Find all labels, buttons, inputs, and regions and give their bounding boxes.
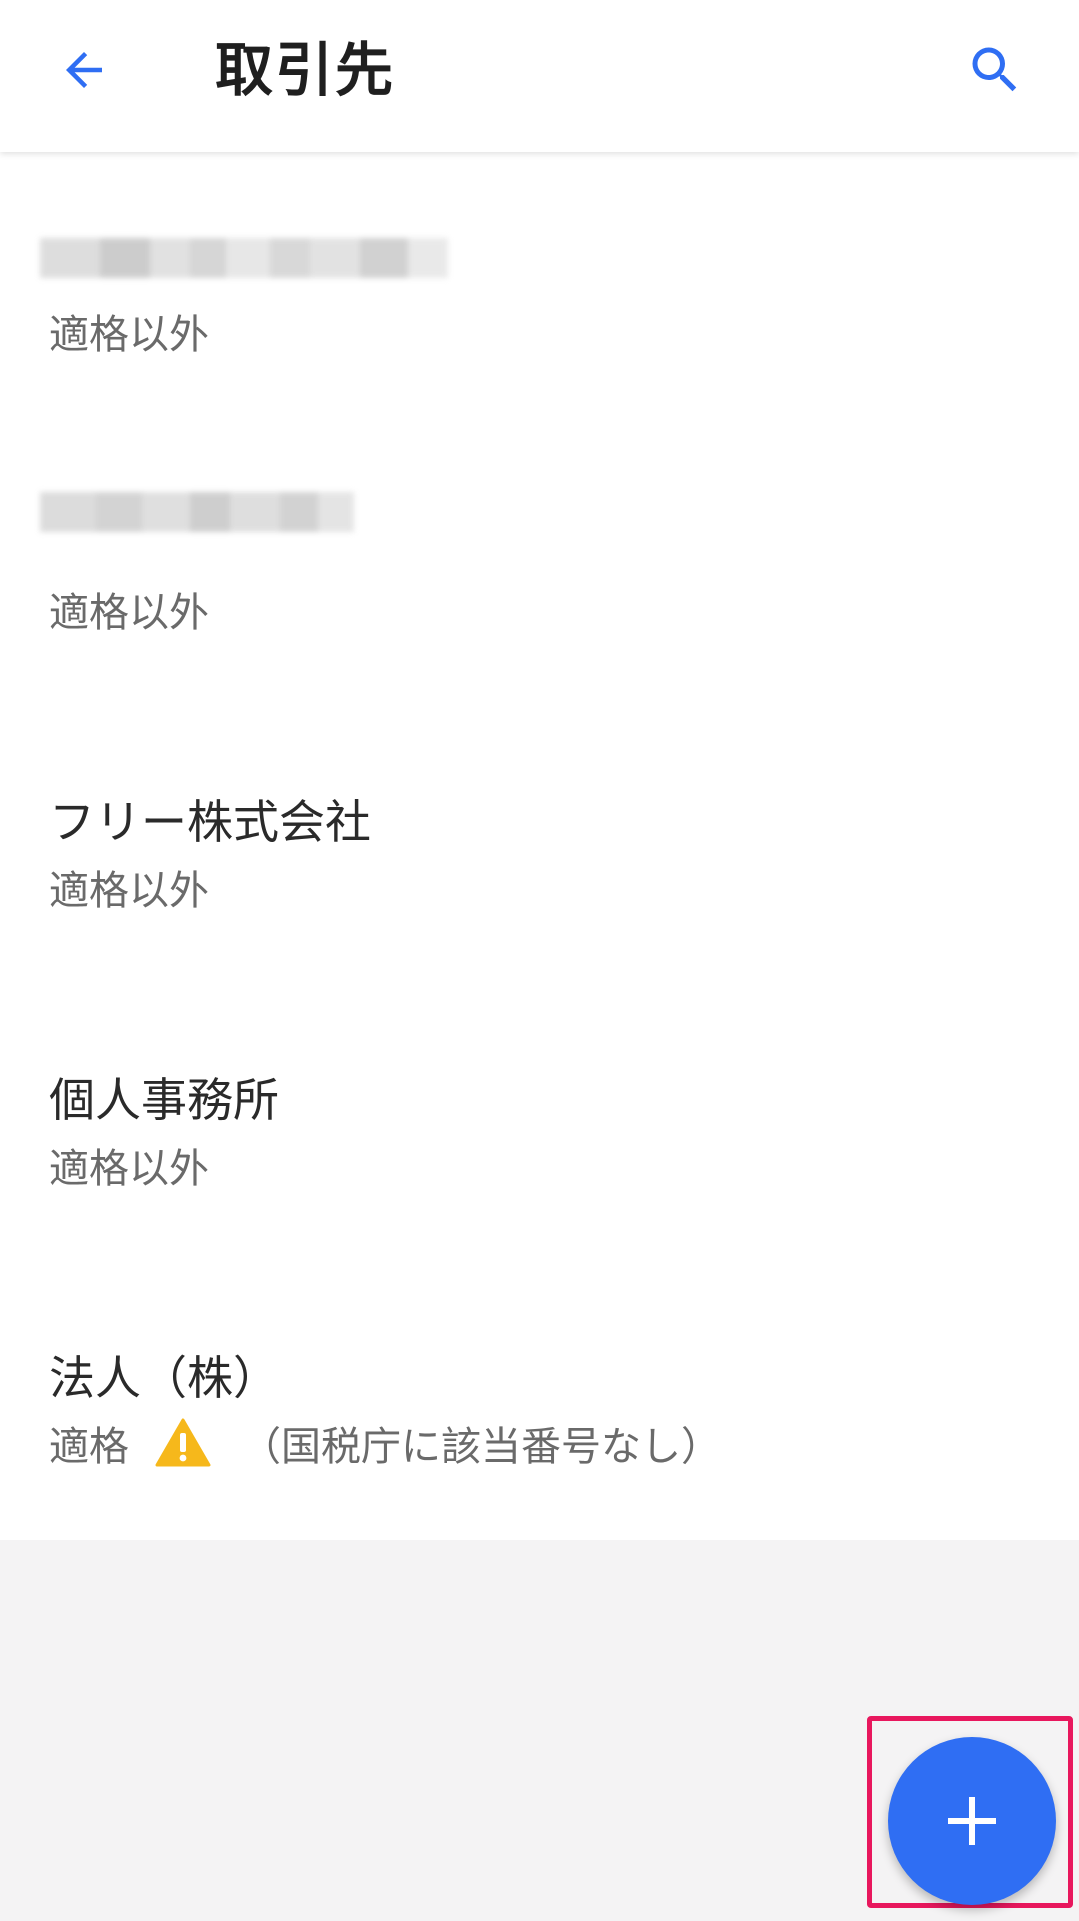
partner-name: フリー株式会社 [49,795,371,849]
list-item-partner-1[interactable]: 適格以外 [0,152,1079,430]
partner-list: 適格以外 適格以外 フリー株式会社 適格以外 個人事務所 適格以外 法人（株） [0,152,1079,1540]
plus-icon [948,1797,996,1845]
list-item-partner-3[interactable]: フリー株式会社 適格以外 [0,708,1079,986]
add-partner-button[interactable] [888,1737,1056,1905]
warning-note: （国税庁に該当番号なし） [241,1424,721,1470]
search-button[interactable] [955,30,1035,110]
list-item-partner-4[interactable]: 個人事務所 適格以外 [0,986,1079,1264]
partners-screen: 取引先 適格以外 適格以外 フリー株式会社 適格以外 個人事務所 適格以外 法人… [0,0,1079,1921]
list-item-partner-2[interactable]: 適格以外 [0,430,1079,708]
qualification-status: 適格以外 [49,1146,209,1192]
qualification-status: 適格以外 [49,868,209,914]
back-button[interactable] [44,30,124,110]
qualification-status: 適格以外 [49,590,209,636]
redacted-name [40,486,354,538]
partner-name: 法人（株） [49,1351,279,1405]
arrow-back-icon [66,52,102,88]
list-item-partner-5[interactable]: 法人（株） 適格 （国税庁に該当番号なし） [0,1264,1079,1542]
qualification-status: 適格以外 [49,312,209,358]
page-title: 取引先 [215,36,396,104]
partner-name: 個人事務所 [49,1073,279,1127]
search-icon [972,47,1017,92]
app-bar: 取引先 [0,0,1079,152]
redacted-name [40,232,448,284]
qualification-status-row: 適格 （国税庁に該当番号なし） [49,1414,721,1472]
warning-icon [155,1418,211,1467]
qualification-status: 適格 [49,1424,129,1470]
